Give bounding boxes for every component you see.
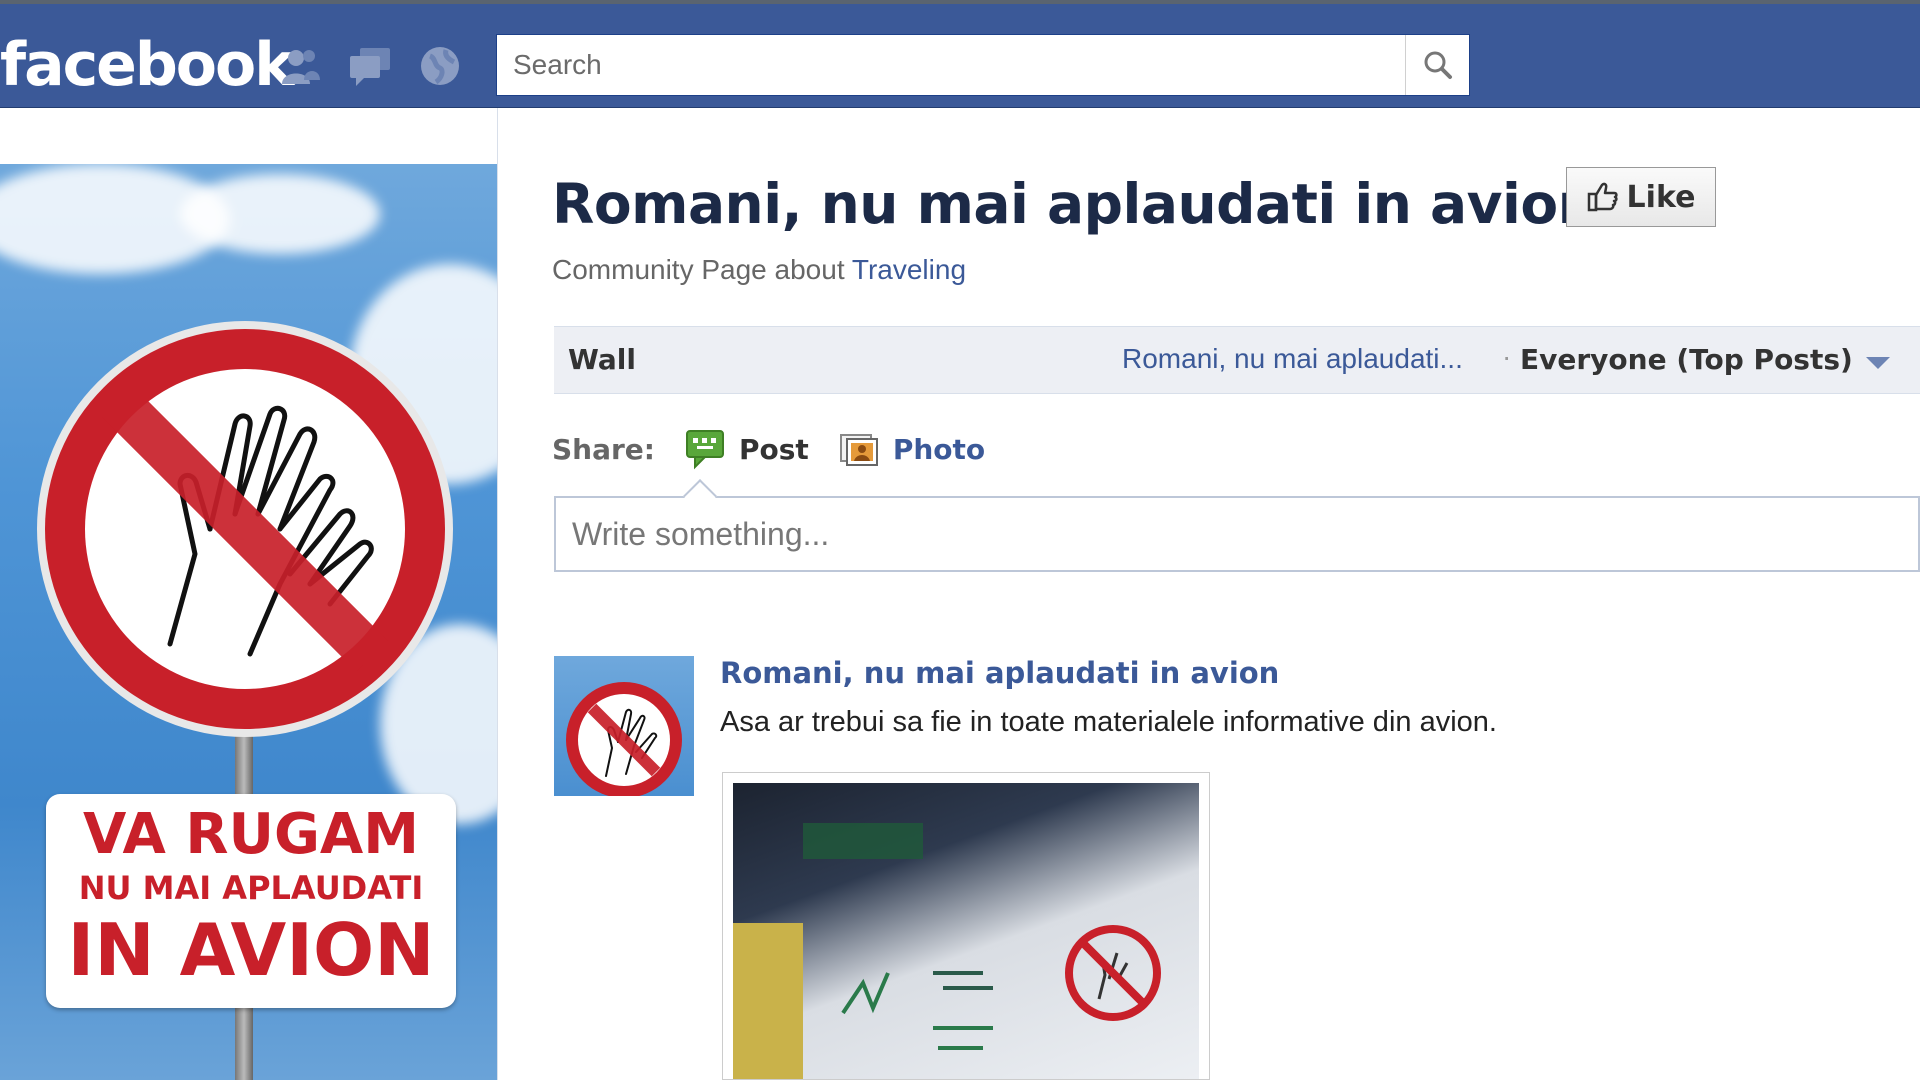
sign-board: VA RUGAM NU MAI APLAUDATI IN AVION [46, 794, 456, 1008]
wall-header: Wall Romani, nu mai aplaudati... · Every… [554, 326, 1920, 394]
chevron-down-icon[interactable] [1866, 357, 1890, 369]
wall-filter-page[interactable]: Romani, nu mai aplaudati... [1122, 343, 1463, 375]
story-photo[interactable] [722, 772, 1210, 1080]
sign-line-3: IN AVION [67, 908, 435, 992]
share-label: Share: [552, 432, 655, 466]
left-column: VA RUGAM NU MAI APLAUDATI IN AVION [0, 108, 498, 1080]
profile-picture[interactable]: VA RUGAM NU MAI APLAUDATI IN AVION [0, 164, 497, 1080]
notifications-icon[interactable] [416, 42, 464, 90]
search-input[interactable] [497, 35, 1407, 95]
like-label: Like [1626, 179, 1696, 215]
like-button[interactable]: Like [1566, 167, 1716, 227]
no-clapping-sign-icon [1065, 925, 1161, 1021]
thumbs-up-icon [1587, 182, 1618, 212]
sign-line-2: NU MAI APLAUDATI [78, 869, 424, 907]
messages-icon[interactable] [346, 42, 394, 90]
search-icon [1424, 51, 1452, 79]
filter-separator: · [1502, 341, 1512, 372]
write-something-input[interactable] [556, 498, 1918, 570]
cloud [180, 174, 380, 254]
page-title: Romani, nu mai aplaudati in avion [552, 172, 1597, 236]
no-clapping-sign-icon [566, 682, 682, 796]
top-bar: facebook [0, 0, 1920, 108]
friend-requests-icon[interactable] [276, 42, 324, 90]
sign-line-1: VA RUGAM [83, 802, 419, 867]
share-post-button[interactable]: Post [683, 427, 809, 471]
no-clapping-sign-icon [37, 321, 453, 737]
facebook-logo[interactable]: facebook [0, 30, 294, 100]
story-message: Asa ar trebui sa fie in toate materialel… [720, 706, 1497, 738]
wall-filter-dropdown[interactable]: Everyone (Top Posts) [1520, 343, 1853, 376]
avatar[interactable] [554, 656, 694, 796]
search-button[interactable] [1405, 35, 1469, 95]
page-subtitle: Community Page about Traveling [552, 254, 966, 286]
subtitle-prefix: Community Page about [552, 254, 845, 285]
wall-tab[interactable]: Wall [568, 343, 636, 376]
status-post-icon [686, 430, 724, 470]
safety-card-figures [841, 971, 993, 1050]
photo-content [733, 783, 1199, 1079]
share-photo-button[interactable]: Photo [837, 427, 985, 471]
share-photo-label: Photo [892, 432, 986, 466]
story-author-link[interactable]: Romani, nu mai aplaudati in avion [720, 656, 1279, 690]
composer-box [554, 496, 1920, 572]
photo-icon [839, 434, 878, 466]
share-bar: Share: Post Photo [552, 424, 1013, 474]
search-box [496, 34, 1470, 96]
photo-yellow-strip [733, 923, 803, 1079]
photo-header-block [803, 823, 923, 859]
share-post-label: Post [739, 432, 809, 466]
category-link[interactable]: Traveling [852, 254, 966, 285]
